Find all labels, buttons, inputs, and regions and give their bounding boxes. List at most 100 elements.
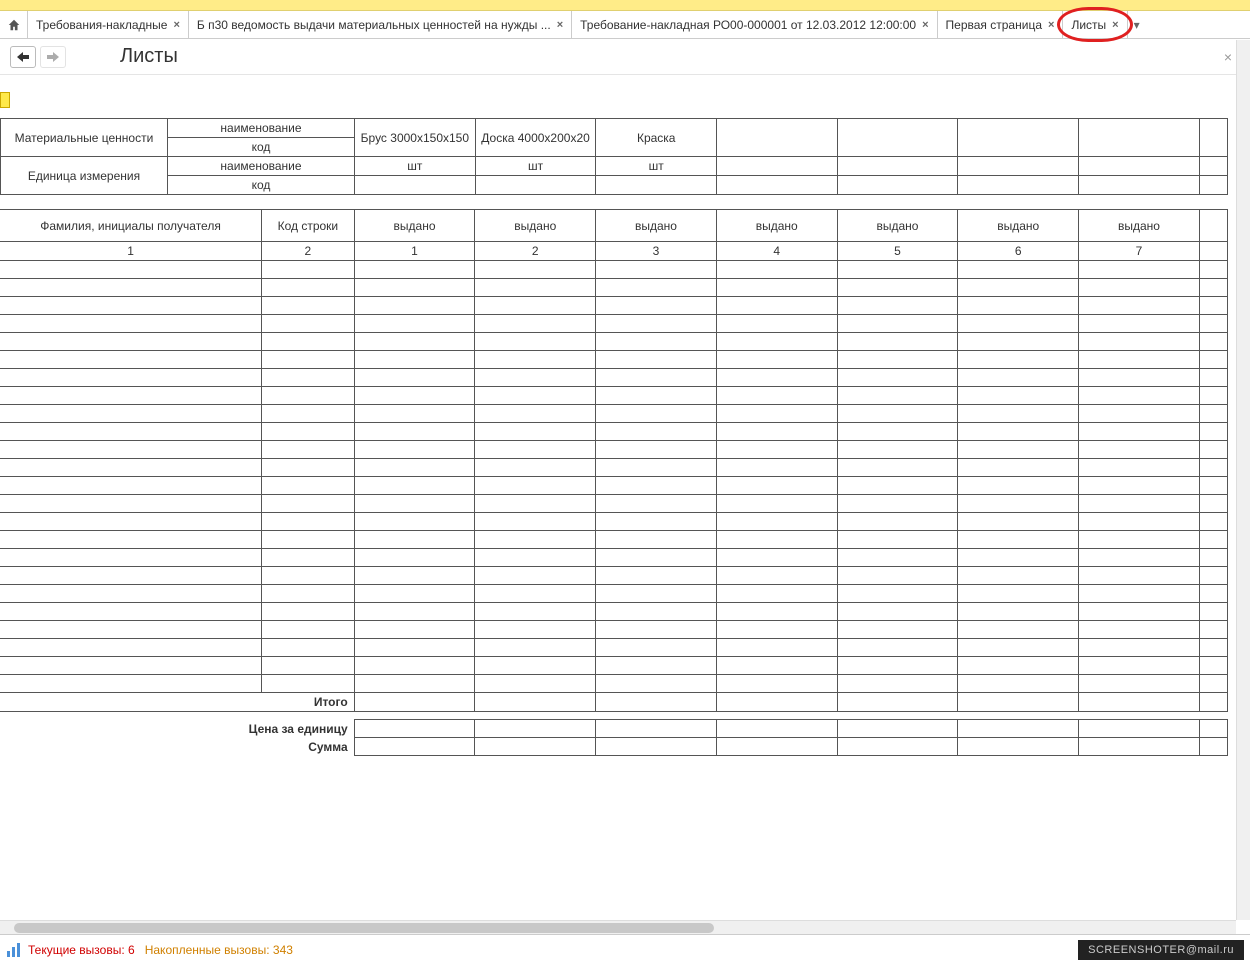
back-button[interactable] — [10, 46, 36, 68]
table-cell[interactable] — [262, 621, 355, 639]
table-cell[interactable] — [262, 387, 355, 405]
table-cell[interactable] — [716, 513, 837, 531]
table-cell[interactable] — [1199, 621, 1227, 639]
table-cell[interactable] — [475, 405, 596, 423]
table-cell[interactable] — [354, 567, 475, 585]
table-cell[interactable] — [837, 441, 958, 459]
table-cell[interactable] — [1079, 567, 1200, 585]
table-cell[interactable] — [0, 549, 262, 567]
table-cell[interactable] — [716, 279, 837, 297]
table-cell[interactable] — [262, 477, 355, 495]
table-cell[interactable] — [262, 261, 355, 279]
table-cell[interactable] — [596, 261, 717, 279]
table-cell[interactable] — [262, 657, 355, 675]
table-cell[interactable] — [958, 405, 1079, 423]
table-cell[interactable] — [716, 567, 837, 585]
table-cell[interactable] — [475, 333, 596, 351]
table-cell[interactable] — [1199, 567, 1227, 585]
table-cell[interactable] — [596, 639, 717, 657]
table-cell[interactable] — [958, 585, 1079, 603]
table-cell[interactable] — [354, 513, 475, 531]
table-cell[interactable] — [596, 567, 717, 585]
vertical-scrollbar[interactable] — [1236, 40, 1250, 920]
table-cell[interactable] — [0, 495, 262, 513]
table-cell[interactable] — [716, 549, 837, 567]
table-cell[interactable] — [958, 549, 1079, 567]
table-cell[interactable] — [1199, 585, 1227, 603]
table-cell[interactable] — [837, 351, 958, 369]
table-cell[interactable] — [354, 549, 475, 567]
table-cell[interactable] — [837, 477, 958, 495]
table-cell[interactable] — [1079, 459, 1200, 477]
table-cell[interactable] — [475, 585, 596, 603]
table-cell[interactable] — [1199, 297, 1227, 315]
table-cell[interactable] — [262, 297, 355, 315]
table-cell[interactable] — [958, 675, 1079, 693]
table-cell[interactable] — [262, 441, 355, 459]
table-cell[interactable] — [716, 585, 837, 603]
table-cell[interactable] — [0, 567, 262, 585]
table-cell[interactable] — [262, 567, 355, 585]
table-cell[interactable] — [716, 369, 837, 387]
table-cell[interactable] — [837, 261, 958, 279]
table-cell[interactable] — [716, 603, 837, 621]
table-cell[interactable] — [716, 495, 837, 513]
table-cell[interactable] — [354, 621, 475, 639]
table-cell[interactable] — [0, 315, 262, 333]
table-cell[interactable] — [1199, 639, 1227, 657]
table-cell[interactable] — [1199, 675, 1227, 693]
close-icon[interactable]: × — [173, 19, 179, 31]
table-cell[interactable] — [837, 495, 958, 513]
table-cell[interactable] — [1199, 333, 1227, 351]
close-icon[interactable]: × — [557, 19, 563, 31]
table-cell[interactable] — [354, 369, 475, 387]
table-cell[interactable] — [1199, 531, 1227, 549]
table-cell[interactable] — [596, 675, 717, 693]
table-cell[interactable] — [475, 297, 596, 315]
table-cell[interactable] — [596, 657, 717, 675]
horizontal-scrollbar[interactable] — [0, 920, 1236, 934]
table-cell[interactable] — [354, 531, 475, 549]
table-cell[interactable] — [1199, 441, 1227, 459]
table-cell[interactable] — [1079, 603, 1200, 621]
table-cell[interactable] — [354, 657, 475, 675]
table-cell[interactable] — [837, 567, 958, 585]
table-cell[interactable] — [262, 459, 355, 477]
table-cell[interactable] — [837, 279, 958, 297]
forward-button[interactable] — [40, 46, 66, 68]
table-cell[interactable] — [1199, 423, 1227, 441]
table-cell[interactable] — [837, 531, 958, 549]
table-cell[interactable] — [262, 531, 355, 549]
table-cell[interactable] — [716, 531, 837, 549]
table-cell[interactable] — [837, 315, 958, 333]
table-cell[interactable] — [716, 315, 837, 333]
table-cell[interactable] — [1079, 585, 1200, 603]
table-cell[interactable] — [958, 639, 1079, 657]
table-cell[interactable] — [596, 315, 717, 333]
table-cell[interactable] — [475, 423, 596, 441]
table-cell[interactable] — [0, 261, 262, 279]
table-cell[interactable] — [1079, 261, 1200, 279]
table-cell[interactable] — [837, 459, 958, 477]
table-cell[interactable] — [0, 459, 262, 477]
table-cell[interactable] — [596, 549, 717, 567]
table-cell[interactable] — [837, 369, 958, 387]
table-cell[interactable] — [716, 333, 837, 351]
table-cell[interactable] — [958, 279, 1079, 297]
table-cell[interactable] — [0, 675, 262, 693]
table-cell[interactable] — [596, 351, 717, 369]
table-cell[interactable] — [1079, 387, 1200, 405]
table-cell[interactable] — [475, 567, 596, 585]
table-cell[interactable] — [354, 333, 475, 351]
table-cell[interactable] — [1079, 315, 1200, 333]
table-cell[interactable] — [716, 477, 837, 495]
table-cell[interactable] — [0, 531, 262, 549]
table-cell[interactable] — [1199, 279, 1227, 297]
table-cell[interactable] — [958, 531, 1079, 549]
table-cell[interactable] — [475, 351, 596, 369]
table-cell[interactable] — [0, 351, 262, 369]
table-cell[interactable] — [1079, 405, 1200, 423]
table-cell[interactable] — [596, 369, 717, 387]
table-cell[interactable] — [475, 657, 596, 675]
table-cell[interactable] — [1079, 675, 1200, 693]
